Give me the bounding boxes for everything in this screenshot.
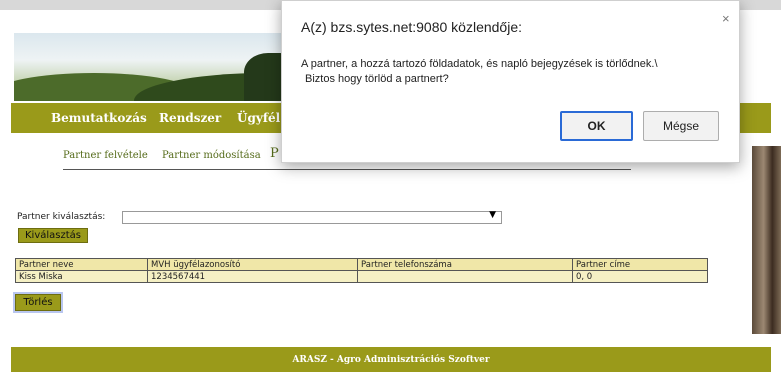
table-cell: 0, 0 bbox=[572, 270, 708, 283]
column-header: Partner neve bbox=[15, 258, 148, 271]
column-header: Partner telefonszáma bbox=[357, 258, 573, 271]
table-row[interactable]: Kiss Miska 1234567441 0, 0 bbox=[15, 270, 708, 283]
dialog-title: A(z) bzs.sytes.net:9080 közlendője: bbox=[301, 19, 523, 35]
subnav-divider bbox=[63, 169, 631, 170]
table-header-row: Partner neve MVH ügyfélazonosító Partner… bbox=[15, 258, 708, 271]
column-header: Partner címe bbox=[572, 258, 708, 271]
nav-item-ugyfel[interactable]: Ügyfél bbox=[237, 111, 280, 125]
subnav-item-partner-felvetele[interactable]: Partner felvétele bbox=[63, 150, 148, 161]
side-photo bbox=[752, 146, 781, 334]
partner-select[interactable]: ▼ bbox=[122, 210, 502, 224]
footer: ARASZ - Agro Adminisztrációs Szoftver bbox=[11, 347, 771, 372]
footer-text: ARASZ - Agro Adminisztrációs Szoftver bbox=[292, 355, 490, 365]
table-cell: Kiss Miska bbox=[15, 270, 148, 283]
column-header: MVH ügyfélazonosító bbox=[147, 258, 358, 271]
table-cell: 1234567441 bbox=[147, 270, 358, 283]
ok-button[interactable]: OK bbox=[560, 111, 633, 141]
header-banner-image bbox=[14, 33, 304, 101]
subnav-item-partner-modositasa[interactable]: Partner módosítása bbox=[162, 150, 261, 161]
nav-item-bemutatkozas[interactable]: Bemutatkozás bbox=[51, 111, 147, 125]
confirm-dialog: A(z) bzs.sytes.net:9080 közlendője: × A … bbox=[281, 0, 740, 163]
dialog-message-line1: A partner, a hozzá tartozó földadatok, é… bbox=[301, 58, 658, 70]
delete-button[interactable]: Törlés bbox=[15, 294, 61, 311]
subnav-item-partner-torlese[interactable]: P bbox=[270, 146, 279, 161]
partner-table: Partner neve MVH ügyfélazonosító Partner… bbox=[15, 258, 708, 283]
page: Bemutatkozás Rendszer Ügyfél Partner fel… bbox=[0, 0, 781, 372]
table-cell bbox=[357, 270, 573, 283]
partner-select-label: Partner kiválasztás: bbox=[17, 212, 106, 222]
dropdown-arrow-icon: ▼ bbox=[489, 210, 496, 220]
select-button[interactable]: Kiválasztás bbox=[18, 228, 88, 243]
nav-item-rendszer[interactable]: Rendszer bbox=[159, 111, 221, 125]
close-icon[interactable]: × bbox=[722, 11, 730, 26]
cancel-button[interactable]: Mégse bbox=[643, 111, 719, 141]
dialog-message-line2: Biztos hogy törlöd a partnert? bbox=[305, 73, 449, 85]
